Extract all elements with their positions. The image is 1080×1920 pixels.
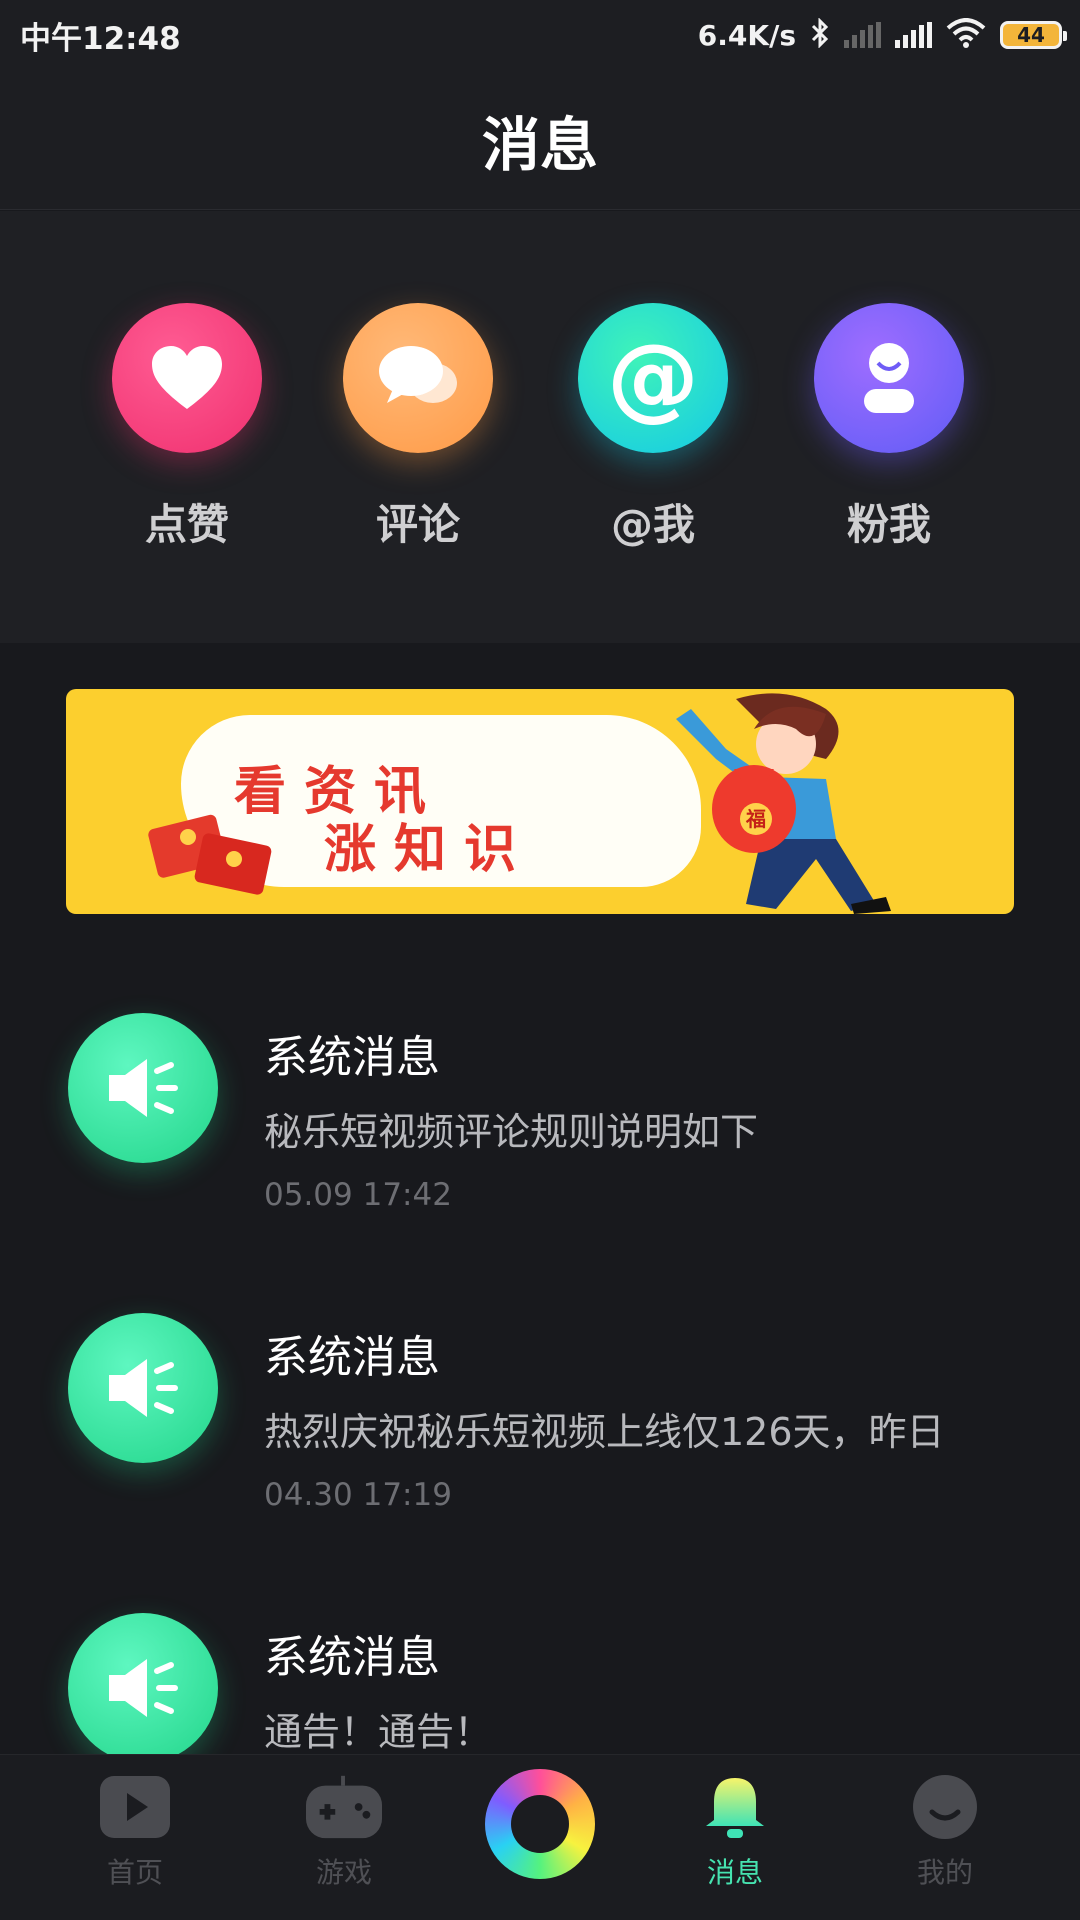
at-icon: @ (578, 303, 728, 453)
category-label: @我 (610, 500, 695, 549)
speaker-icon (68, 1613, 218, 1763)
category-label: 粉我 (846, 500, 931, 549)
red-envelope-icon (148, 814, 272, 895)
bell-icon (697, 1775, 773, 1839)
category-mentions[interactable]: @ @我 (563, 303, 743, 552)
page-title: 消息 (481, 110, 598, 179)
list-item[interactable]: 系统消息 秘乐短视频评论规则说明如下 05.09 17:42 (0, 1013, 1080, 1273)
message-title: 系统消息 (264, 1332, 440, 1383)
category-section: 点赞 评论 @ @我 粉我 (0, 211, 1080, 643)
promo-banner[interactable]: 看资讯 涨知识 福 (66, 689, 1014, 914)
signal-sim1-icon (844, 22, 881, 48)
speaker-icon (68, 1313, 218, 1463)
smile-icon (907, 1775, 983, 1839)
network-speed: 6.4K/s (697, 18, 796, 52)
category-comment[interactable]: 评论 (328, 303, 508, 552)
tab-label: 我的 (916, 1856, 973, 1889)
tab-label: 首页 (106, 1856, 163, 1889)
message-preview: 通告！通告！ (264, 1710, 493, 1754)
signal-sim2-icon (895, 22, 932, 48)
heart-icon (112, 303, 262, 453)
play-icon (97, 1775, 173, 1839)
follower-icon (814, 303, 964, 453)
category-like[interactable]: 点赞 (97, 303, 277, 552)
list-item[interactable]: 系统消息 热烈庆祝秘乐短视频上线仅126天，昨日 04.30 17:19 (0, 1313, 1080, 1573)
message-preview: 热烈庆祝秘乐短视频上线仅126天，昨日 (264, 1410, 945, 1454)
tab-messages[interactable]: 消息 (665, 1775, 805, 1891)
message-time: 05.09 17:42 (264, 1177, 452, 1213)
category-fans[interactable]: 粉我 (799, 303, 979, 552)
girl-with-bag-illustration: 福 (676, 693, 891, 914)
tab-label: 游戏 (315, 1856, 372, 1889)
tab-profile[interactable]: 我的 (875, 1775, 1015, 1891)
message-time: 04.30 17:19 (264, 1477, 452, 1513)
speaker-icon (68, 1013, 218, 1163)
tab-games[interactable]: 游戏 (274, 1775, 414, 1891)
message-title: 系统消息 (264, 1032, 440, 1083)
wifi-icon (946, 18, 986, 52)
bluetooth-icon (810, 17, 830, 52)
category-label: 点赞 (144, 500, 229, 549)
bag-text: 福 (745, 807, 766, 831)
category-label: 评论 (375, 500, 460, 549)
header: 消息 (0, 70, 1080, 210)
message-preview: 秘乐短视频评论规则说明如下 (264, 1110, 759, 1154)
gamepad-icon (306, 1775, 382, 1839)
banner-headline-2: 涨知识 (324, 820, 535, 880)
comment-icon (343, 303, 493, 453)
tab-home[interactable]: 首页 (65, 1775, 205, 1891)
status-time: 中午12:48 (20, 20, 181, 57)
status-indicators: 6.4K/s 44 (697, 17, 1067, 52)
create-ring-icon[interactable] (485, 1769, 595, 1879)
status-bar: 中午12:48 6.4K/s 44 (0, 0, 1080, 70)
tab-label: 消息 (706, 1856, 763, 1889)
battery-icon: 44 (1000, 21, 1067, 49)
message-title: 系统消息 (264, 1632, 440, 1683)
